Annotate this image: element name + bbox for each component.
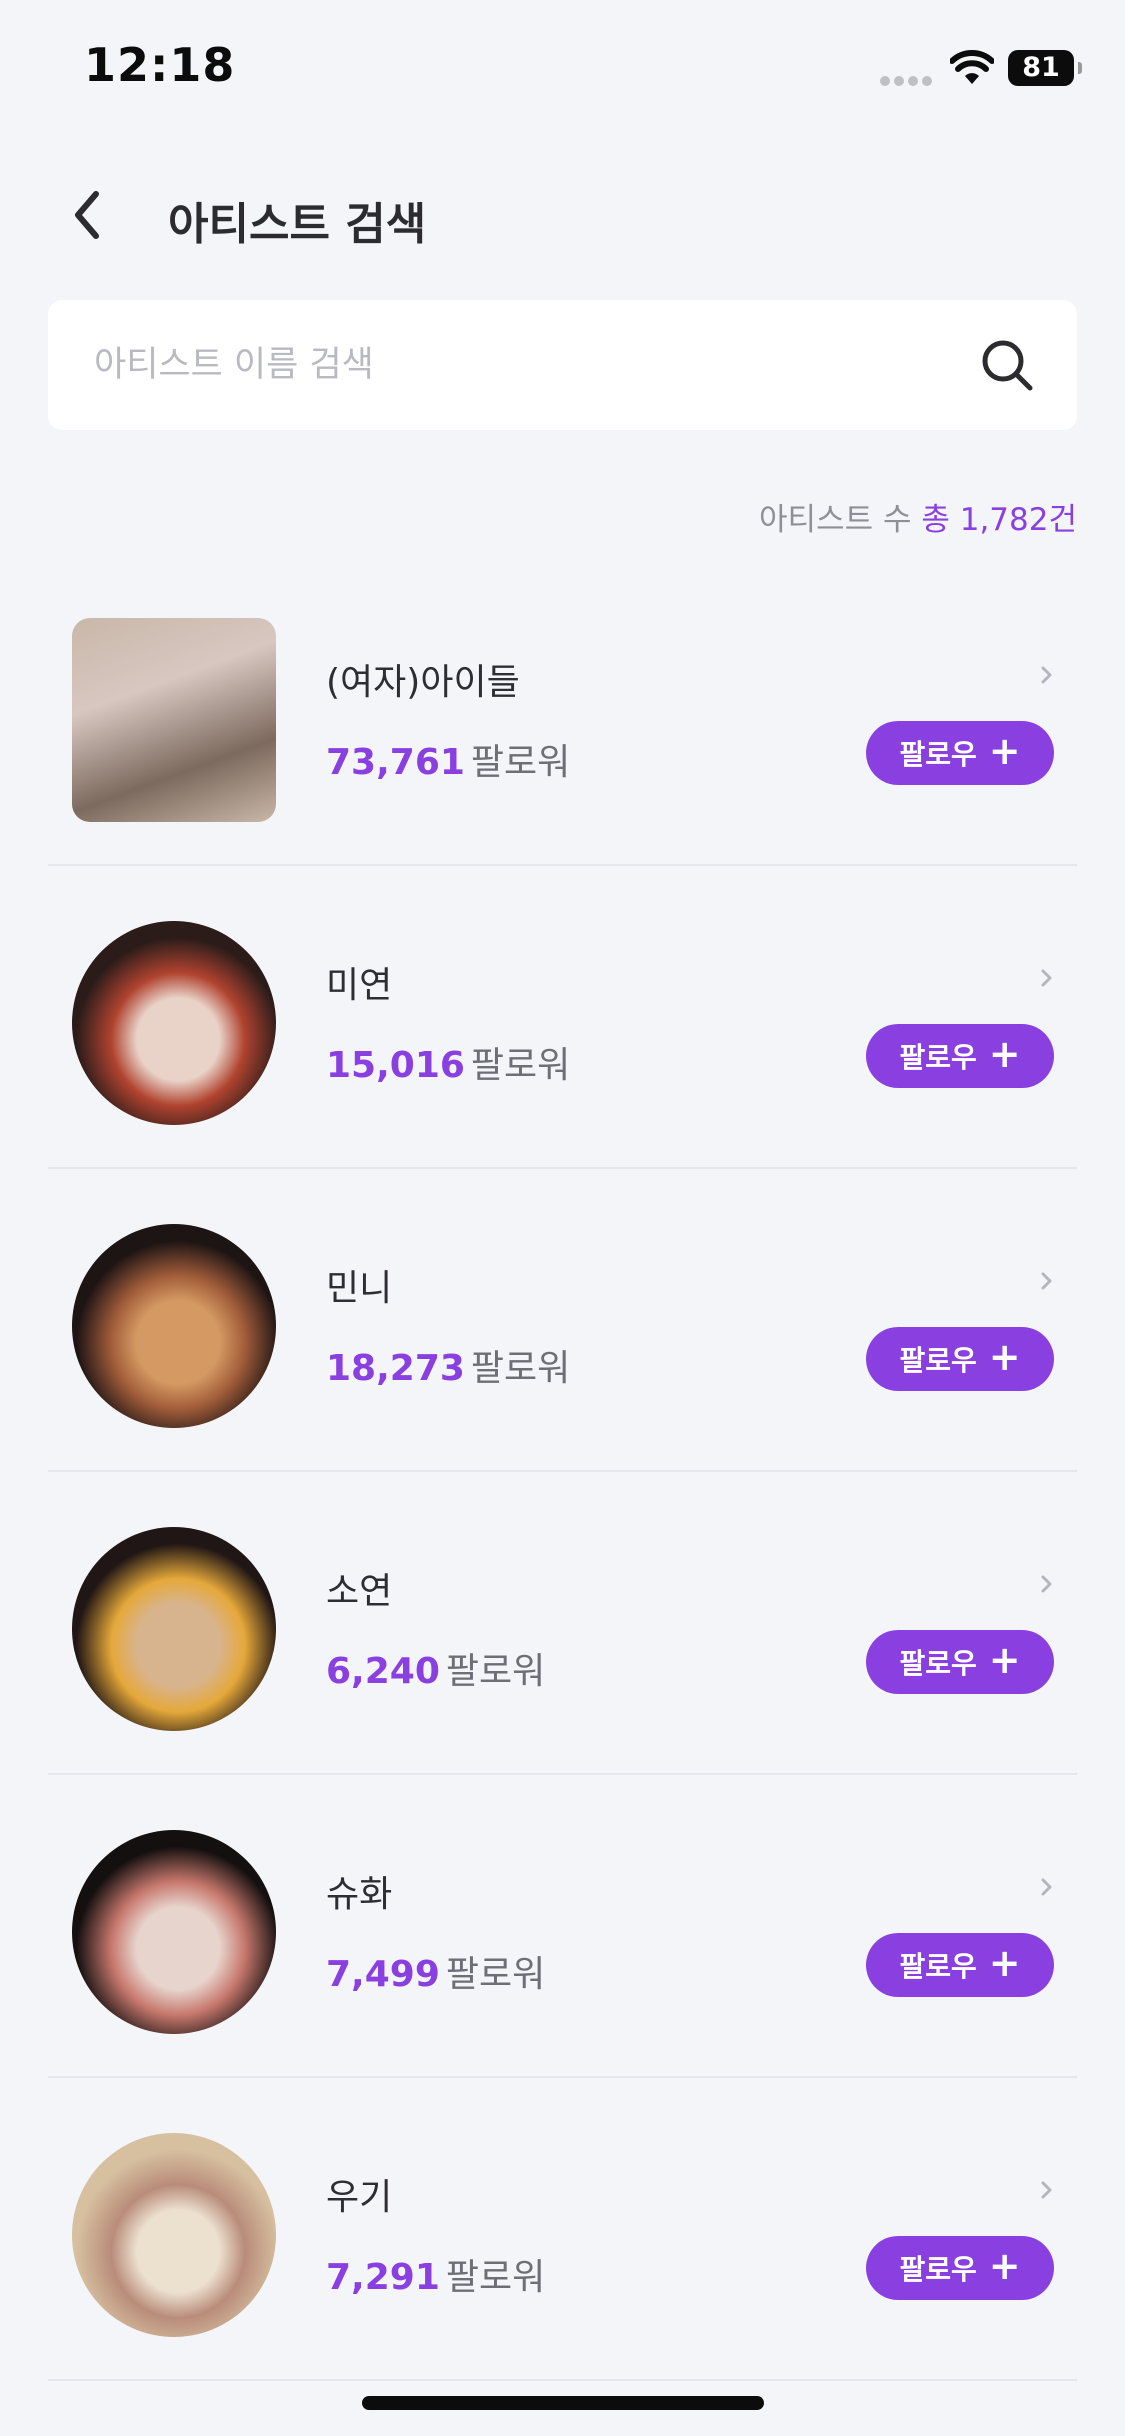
artist-count: 아티스트 수 총 1,782건	[759, 494, 1077, 539]
artist-avatar[interactable]	[72, 1830, 276, 2034]
artist-name[interactable]: 민니	[326, 1259, 392, 1311]
list-divider	[48, 2379, 1077, 2381]
artist-list-item[interactable]: 우기 7,291 팔로워 팔로우 +	[48, 2078, 1077, 2381]
follower-number: 15,016	[326, 1045, 465, 1086]
follow-button[interactable]: 팔로우 +	[866, 1327, 1054, 1391]
follower-number: 73,761	[326, 742, 465, 783]
artist-avatar[interactable]	[72, 1527, 276, 1731]
artist-avatar[interactable]	[72, 618, 276, 822]
plus-icon: +	[988, 1638, 1021, 1682]
follow-button[interactable]: 팔로우 +	[866, 1024, 1054, 1088]
status-time: 12:18	[84, 38, 236, 92]
follow-button-label: 팔로우	[899, 1344, 977, 1377]
follow-button-label: 팔로우	[899, 1647, 977, 1680]
chevron-right-icon[interactable]	[1038, 659, 1056, 691]
plus-icon: +	[988, 2244, 1021, 2288]
artist-name[interactable]: 우기	[326, 2168, 392, 2220]
plus-icon: +	[988, 1335, 1021, 1379]
follower-count: 7,291 팔로워	[326, 2248, 545, 2300]
artist-count-label: 아티스트 수	[759, 502, 912, 538]
cellular-signal-icon	[880, 76, 934, 86]
search-icon[interactable]	[978, 336, 1036, 394]
follow-button[interactable]: 팔로우 +	[866, 721, 1054, 785]
chevron-right-icon[interactable]	[1038, 1871, 1056, 1903]
follow-button-label: 팔로우	[899, 738, 977, 771]
artist-name[interactable]: 미연	[326, 956, 392, 1008]
follow-button[interactable]: 팔로우 +	[866, 1630, 1054, 1694]
chevron-right-icon[interactable]	[1038, 1265, 1056, 1297]
follower-unit: 팔로워	[445, 1651, 546, 1692]
follower-number: 18,273	[326, 1348, 465, 1389]
follower-unit: 팔로워	[445, 2257, 546, 2298]
follow-button-label: 팔로우	[899, 1041, 977, 1074]
artist-list-item[interactable]: (여자)아이들 73,761 팔로워 팔로우 +	[48, 563, 1077, 866]
follower-number: 7,291	[326, 2257, 440, 2298]
plus-icon: +	[988, 729, 1021, 773]
follower-count: 18,273 팔로워	[326, 1339, 570, 1391]
follower-unit: 팔로워	[470, 742, 571, 783]
artist-count-total: 총 1,782건	[921, 502, 1077, 538]
artist-avatar[interactable]	[72, 1224, 276, 1428]
battery-icon: 81	[1008, 50, 1082, 86]
page-title: 아티스트 검색	[168, 199, 427, 250]
wifi-icon	[950, 50, 994, 84]
artist-name[interactable]: 슈화	[326, 1865, 392, 1917]
chevron-right-icon[interactable]	[1038, 1568, 1056, 1600]
artist-list-item[interactable]: 민니 18,273 팔로워 팔로우 +	[48, 1169, 1077, 1472]
follow-button[interactable]: 팔로우 +	[866, 1933, 1054, 1997]
screen: 12:18 81 아티스트 검색 아티스트 수 총 1,782건 (여자)아이들…	[0, 0, 1125, 2436]
artist-name[interactable]: (여자)아이들	[326, 653, 520, 705]
follow-button[interactable]: 팔로우 +	[866, 2236, 1054, 2300]
artist-avatar[interactable]	[72, 921, 276, 1125]
follower-unit: 팔로워	[445, 1954, 546, 1995]
search-input[interactable]	[94, 328, 974, 402]
follower-number: 7,499	[326, 1954, 440, 1995]
plus-icon: +	[988, 1032, 1021, 1076]
plus-icon: +	[988, 1941, 1021, 1985]
chevron-right-icon[interactable]	[1038, 962, 1056, 994]
artist-name[interactable]: 소연	[326, 1562, 392, 1614]
search-box	[48, 300, 1077, 430]
back-button[interactable]	[60, 180, 120, 250]
chevron-right-icon[interactable]	[1038, 2174, 1056, 2206]
follower-count: 73,761 팔로워	[326, 733, 570, 785]
follower-number: 6,240	[326, 1651, 440, 1692]
follower-unit: 팔로워	[470, 1045, 571, 1086]
follow-button-label: 팔로우	[899, 2253, 977, 2286]
artist-list-item[interactable]: 소연 6,240 팔로워 팔로우 +	[48, 1472, 1077, 1775]
follower-count: 7,499 팔로워	[326, 1945, 545, 1997]
artist-list-item[interactable]: 미연 15,016 팔로워 팔로우 +	[48, 866, 1077, 1169]
artist-avatar[interactable]	[72, 2133, 276, 2337]
home-indicator[interactable]	[362, 2396, 764, 2410]
artist-list-item[interactable]: 슈화 7,499 팔로워 팔로우 +	[48, 1775, 1077, 2078]
follower-count: 15,016 팔로워	[326, 1036, 570, 1088]
follow-button-label: 팔로우	[899, 1950, 977, 1983]
follower-count: 6,240 팔로워	[326, 1642, 545, 1694]
follower-unit: 팔로워	[470, 1348, 571, 1389]
